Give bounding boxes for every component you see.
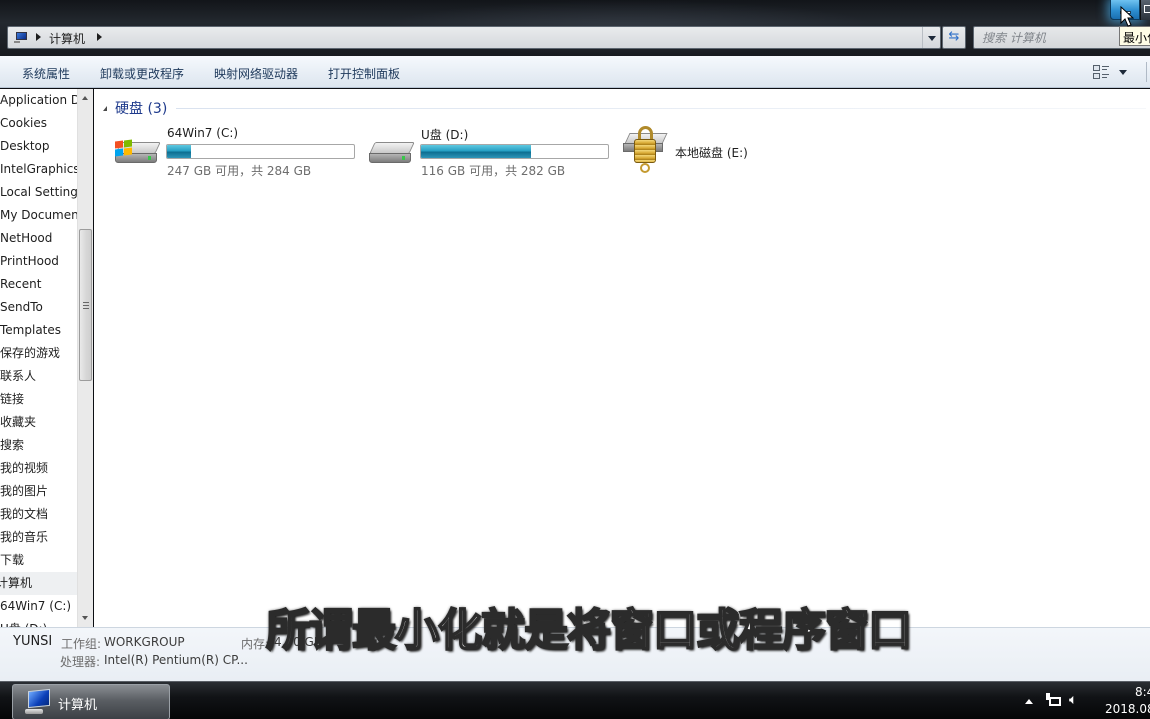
- clock-time[interactable]: 8:4: [1135, 685, 1150, 699]
- taskbar-button-label: 计算机: [58, 698, 98, 713]
- change-view-button[interactable]: [1093, 64, 1111, 80]
- key-icon: [640, 163, 650, 173]
- processor-label: 处理器:: [60, 655, 101, 669]
- uninstall-program-button[interactable]: 卸载或更改程序: [100, 65, 184, 82]
- view-options-dropdown-icon[interactable]: [1119, 70, 1127, 75]
- system-properties-button[interactable]: 系统属性: [22, 65, 70, 82]
- group-title: 硬盘 (3): [115, 101, 168, 117]
- group-header-hard-drives[interactable]: 硬盘 (3): [103, 98, 167, 118]
- taskbar: 计算机 🔈︎ 8:4 2018.08: [0, 681, 1150, 719]
- drive-usage-bar: [166, 144, 355, 159]
- nav-item-my-music[interactable]: 我的音乐: [0, 526, 77, 549]
- clock-date[interactable]: 2018.08: [1105, 702, 1150, 716]
- content-pane: 硬盘 (3) 64Win7 (C:) 247 GB 可用，共 284 GB U盘…: [94, 89, 1150, 627]
- nav-item-application-data[interactable]: Application Data: [0, 89, 77, 112]
- windows-drive-icon: [114, 136, 162, 166]
- breadcrumb-arrow-icon[interactable]: [97, 33, 102, 41]
- nav-item-favorites[interactable]: 收藏夹: [0, 411, 77, 434]
- drive-free-space: 247 GB 可用，共 284 GB: [167, 164, 312, 178]
- workgroup-value: WORKGROUP: [104, 635, 185, 649]
- nav-item-my-videos[interactable]: 我的视频: [0, 457, 77, 480]
- collapse-triangle-icon[interactable]: [103, 105, 107, 111]
- map-network-drive-button[interactable]: 映射网络驱动器: [214, 65, 298, 82]
- hard-drive-icon: [368, 136, 416, 166]
- minimize-tooltip: 最小化: [1119, 26, 1150, 46]
- nav-item-computer[interactable]: 计算机: [0, 572, 77, 595]
- nav-item-printhood[interactable]: PrintHood: [0, 250, 77, 273]
- network-icon[interactable]: [1046, 693, 1062, 709]
- drive-usage-fill: [167, 145, 192, 158]
- nav-item-desktop[interactable]: Desktop: [0, 135, 77, 158]
- nav-item-drive-d[interactable]: U盘 (D:): [0, 618, 77, 627]
- search-input[interactable]: [982, 29, 1122, 46]
- nav-item-links[interactable]: 链接: [0, 388, 77, 411]
- open-control-panel-button[interactable]: 打开控制面板: [328, 65, 400, 82]
- computer-icon: [14, 32, 28, 43]
- refresh-button[interactable]: ⇆: [942, 26, 966, 49]
- nav-item-drive-c[interactable]: 64Win7 (C:): [0, 595, 77, 618]
- nav-item-my-documents-cn[interactable]: 我的文档: [0, 503, 77, 526]
- computer-name: YUNSI: [13, 634, 53, 649]
- maximize-icon: [1144, 5, 1150, 13]
- breadcrumb-arrow-icon[interactable]: [36, 33, 41, 41]
- scroll-down-icon[interactable]: [82, 616, 88, 620]
- drive-usage-bar: [420, 144, 609, 159]
- scroll-thumb[interactable]: [79, 229, 92, 381]
- drive-item-d[interactable]: U盘 (D:) 116 GB 可用，共 282 GB: [368, 122, 618, 182]
- computer-icon: [23, 688, 51, 716]
- drive-free-space: 116 GB 可用，共 282 GB: [421, 164, 566, 178]
- drive-name: U盘 (D:): [421, 128, 469, 142]
- breadcrumb-computer[interactable]: 计算机: [49, 30, 85, 47]
- nav-item-my-documents[interactable]: My Documents: [0, 204, 77, 227]
- address-dropdown-button[interactable]: [922, 27, 940, 48]
- nav-scrollbar[interactable]: [77, 89, 93, 627]
- preview-pane-button[interactable]: [1146, 62, 1150, 82]
- processor-value: Intel(R) Pentium(R) CP...: [104, 653, 248, 667]
- maximize-button[interactable]: [1140, 0, 1150, 20]
- refresh-icon: ⇆: [948, 29, 960, 44]
- nav-item-my-pictures[interactable]: 我的图片: [0, 480, 77, 503]
- taskbar-button-computer[interactable]: 计算机: [12, 684, 170, 719]
- nav-item-local-settings[interactable]: Local Settings: [0, 181, 77, 204]
- nav-item-recent[interactable]: Recent: [0, 273, 77, 296]
- nav-item-contacts[interactable]: 联系人: [0, 365, 77, 388]
- nav-item-nethood[interactable]: NetHood: [0, 227, 77, 250]
- drive-name-e[interactable]: 本地磁盘 (E:): [675, 144, 748, 161]
- nav-item-intelgraphics[interactable]: IntelGraphicsProfiles: [0, 158, 77, 181]
- group-divider: [176, 108, 1146, 109]
- drive-name: 64Win7 (C:): [167, 126, 239, 140]
- scroll-up-icon[interactable]: [82, 96, 88, 100]
- address-bar[interactable]: 计算机: [7, 26, 941, 49]
- nav-item-cookies[interactable]: Cookies: [0, 112, 77, 135]
- command-bar: 系统属性 卸载或更改程序 映射网络驱动器 打开控制面板: [0, 56, 1150, 88]
- drive-item-c[interactable]: 64Win7 (C:) 247 GB 可用，共 284 GB: [114, 122, 364, 182]
- nav-item-saved-games[interactable]: 保存的游戏: [0, 342, 77, 365]
- locked-drive-icon[interactable]: [621, 125, 669, 175]
- nav-item-sendto[interactable]: SendTo: [0, 296, 77, 319]
- nav-item-templates[interactable]: Templates: [0, 319, 77, 342]
- workgroup-label: 工作组:: [61, 637, 102, 651]
- grip-icon: [83, 302, 89, 309]
- nav-item-searches[interactable]: 搜索: [0, 434, 77, 457]
- mouse-cursor-icon: [1120, 6, 1134, 27]
- nav-item-downloads[interactable]: 下载: [0, 549, 77, 572]
- volume-icon[interactable]: 🔈︎: [1069, 692, 1077, 708]
- drive-usage-fill: [421, 145, 532, 158]
- video-subtitle: 所谓最小化就是将窗口或程序窗口: [265, 604, 913, 657]
- memory-label: 内存:: [241, 637, 270, 651]
- show-hidden-icons-button[interactable]: [1025, 699, 1033, 704]
- navigation-pane: Application Data Cookies Desktop IntelGr…: [0, 89, 93, 627]
